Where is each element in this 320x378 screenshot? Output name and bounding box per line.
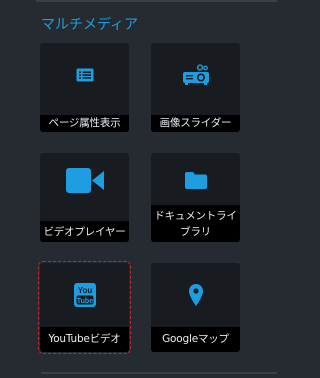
top-divider [36, 0, 277, 2]
video-camera-icon [65, 167, 104, 193]
block-tile-page-attributes[interactable]: ページ属性表示 [40, 43, 129, 132]
tile-label: ビデオプレイヤー [40, 221, 129, 242]
tile-label: YouTubeビデオ [40, 327, 129, 352]
tile-label: 画像スライダー [151, 115, 240, 132]
map-pin-icon [188, 284, 203, 306]
youtube-icon: You Tube [73, 283, 96, 307]
page-attributes-icon [76, 68, 93, 82]
block-tile-youtube-video[interactable]: You Tube YouTubeビデオ [38, 261, 131, 354]
tile-label: ページ属性表示 [40, 115, 129, 132]
bottom-divider [41, 372, 277, 374]
block-tile-google-map[interactable]: Googleマップ [151, 263, 240, 352]
tile-label: Googleマップ [151, 327, 240, 352]
tile-label: ドキュメントライブラリ [151, 205, 240, 242]
projector-icon [182, 64, 209, 85]
block-tile-document-library[interactable]: ドキュメントライブラリ [151, 153, 240, 242]
svg-text:You: You [77, 286, 92, 295]
block-tile-video-player[interactable]: ビデオプレイヤー [40, 153, 129, 242]
block-tile-image-slider[interactable]: 画像スライダー [151, 43, 240, 132]
folder-icon [184, 171, 207, 189]
svg-text:Tube: Tube [76, 298, 92, 305]
section-title: マルチメディア [41, 17, 139, 33]
